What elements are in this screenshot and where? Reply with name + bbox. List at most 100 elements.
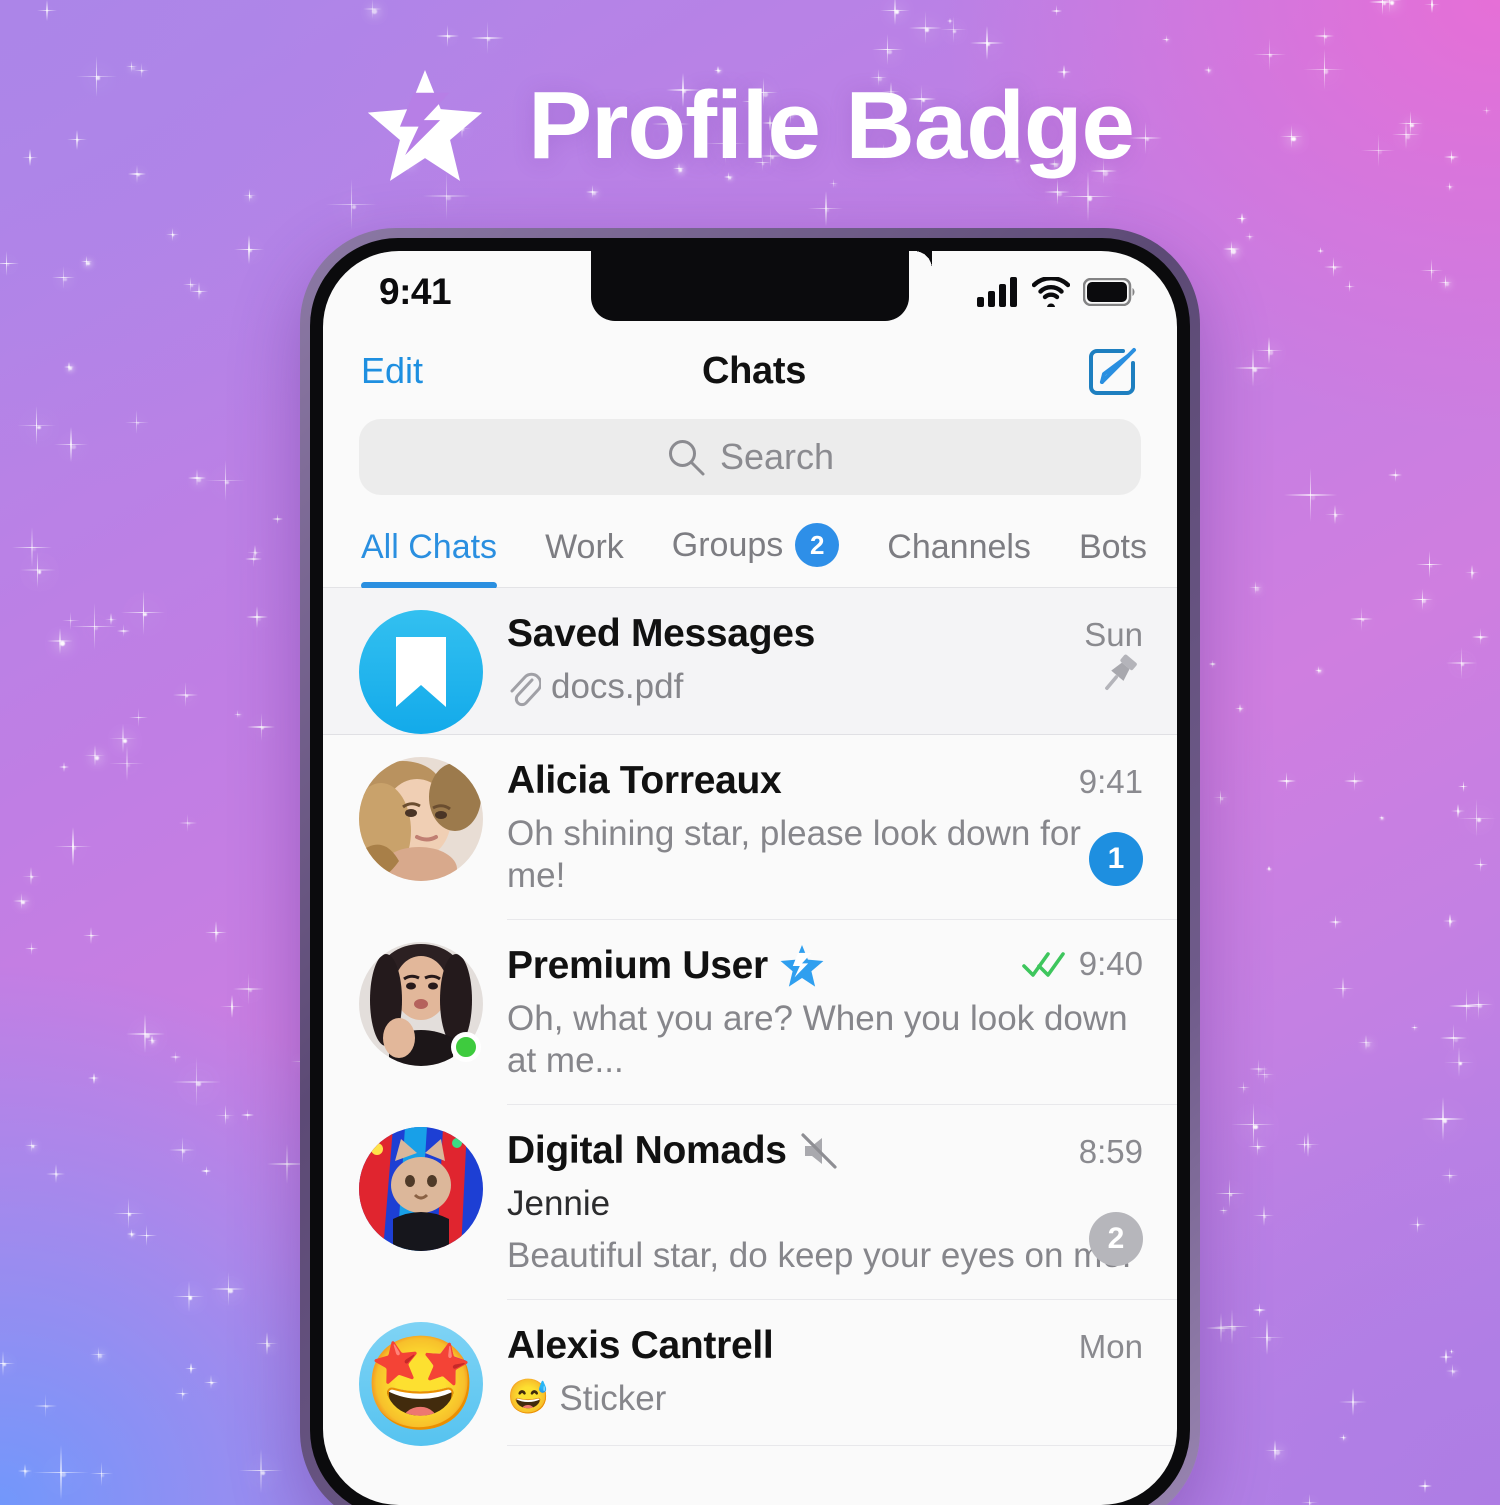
banner: Profile Badge [0,70,1500,182]
chat-row-body: Premium User 9:40 Oh, what you are? When y… [507,920,1177,1105]
chat-preview: 😅 Sticker [507,1378,1177,1420]
chat-timestamp: 8:59 [1078,1133,1143,1170]
chat-meta: Sun [1084,616,1177,654]
tab-label: Channels [887,528,1031,566]
sticker-emoji-icon: 😅 [507,1378,550,1416]
chat-timestamp: 9:40 [1078,945,1143,982]
nav-title: Chats [701,349,807,392]
online-status-dot [451,1032,481,1062]
chat-list-item[interactable]: 🤩 Alexis Cantrell Mon 😅 Sticker [323,1300,1177,1446]
chat-list-item[interactable]: Digital Nomads 8:59 Jennie Beautiful star, … [323,1105,1177,1300]
chat-row-body: Digital Nomads 8:59 Jennie Beautiful star, … [507,1105,1177,1300]
chat-name-text: Alicia Torreaux [507,759,782,802]
tab-label: Bots [1078,528,1147,566]
chat-list: Saved Messages Sun docs.pdf Alicia Torreaux… [323,588,1177,1446]
chat-preview: Oh, what you are? When you look down at … [507,998,1177,1082]
chat-meta: 9:41 [1079,763,1177,801]
chat-meta: Mon [1079,1328,1177,1366]
chat-row-body: Saved Messages Sun docs.pdf [507,588,1177,734]
chat-timestamp: Sun [1084,616,1143,653]
chat-row-trailing [1093,650,1143,700]
chat-preview-text: Oh, what you are? When you look down at … [507,999,1128,1080]
page-title: Profile Badge [528,72,1135,179]
contact-photo [359,1127,483,1251]
premium-star-icon [367,70,483,181]
chat-row-header: Alexis Cantrell Mon [507,1324,1177,1368]
chat-preview: Beautiful star, do keep your eyes on me! [507,1235,1177,1277]
tab-all-chats[interactable]: All Chats [361,528,498,589]
chat-preview-text: docs.pdf [551,667,684,706]
tab-bots[interactable]: Bots [1079,528,1147,587]
battery-icon [1083,278,1135,306]
chat-row-header: Premium User 9:40 [507,944,1177,988]
phone-screen: 9:41 Edit Chats Search All Chats Work Gr… [323,251,1177,1505]
chat-message-sender-text: Jennie [507,1184,611,1223]
chat-list-item[interactable]: Alicia Torreaux 9:41 Oh shining star, plea… [323,735,1177,920]
chat-list-item[interactable]: Saved Messages Sun docs.pdf [323,588,1177,735]
contact-photo [359,757,483,881]
chat-name-text: Saved Messages [507,612,815,655]
chat-row-body: Alexis Cantrell Mon 😅 Sticker [507,1300,1177,1446]
chat-name: Alicia Torreaux [507,759,782,803]
avatar[interactable] [359,757,483,881]
emoji-avatar: 🤩 [359,1322,483,1446]
chat-name: Digital Nomads [507,1129,839,1173]
chat-timestamp: Mon [1078,1328,1143,1365]
paperclip-icon [507,666,541,708]
chat-name: Alexis Cantrell [507,1324,774,1368]
muted-icon [799,1131,839,1171]
avatar[interactable]: 🤩 [359,1322,483,1446]
phone-mockup: 9:41 Edit Chats Search All Chats Work Gr… [300,228,1200,1505]
chat-meta: 8:59 [1079,1133,1177,1171]
poster-canvas: Profile Badge 9:41 Edit Chats Search All… [0,0,1500,1505]
chat-timestamp: 9:41 [1078,763,1143,800]
chat-list-item[interactable]: Premium User 9:40 Oh, what you are? When y… [323,920,1177,1105]
chat-preview-text: Beautiful star, do keep your eyes on me! [507,1236,1132,1275]
chat-row-body: Alicia Torreaux 9:41 Oh shining star, plea… [507,735,1177,920]
read-receipt-icon [1021,950,1068,978]
nav-bar: Edit Chats [323,323,1177,419]
search-area: Search [323,419,1177,495]
tab-channels[interactable]: Channels [887,528,1031,587]
saved-messages-avatar [359,610,483,734]
chat-name: Premium User [507,944,824,988]
chat-preview-text: Oh shining star, please look down for me… [507,814,1081,895]
cellular-signal-icon [977,277,1017,307]
tab-label: Groups [671,525,784,564]
chat-row-header: Digital Nomads 8:59 [507,1129,1177,1173]
chat-preview-text: Sticker [559,1379,667,1418]
chat-meta: 9:40 [1021,945,1177,983]
search-placeholder: Search [719,436,835,477]
tab-work[interactable]: Work [545,528,624,587]
chat-row-trailing: 2 [1089,1212,1143,1266]
chat-row-header: Saved Messages Sun [507,612,1177,656]
chat-row-header: Alicia Torreaux 9:41 [507,759,1177,803]
status-bar: 9:41 [323,251,1177,323]
search-input[interactable]: Search [359,419,1141,495]
edit-button[interactable]: Edit [361,350,423,392]
chat-name: Saved Messages [507,612,815,656]
pin-icon [1093,650,1143,700]
status-clock: 9:41 [379,271,452,312]
avatar[interactable] [359,942,483,1066]
chat-row-trailing: 1 [1089,832,1143,886]
wifi-icon [1032,277,1070,307]
chat-preview: Oh shining star, please look down for me… [507,813,1177,897]
compose-icon[interactable] [1085,343,1141,399]
chat-name-text: Premium User [507,944,768,987]
tab-label: Work [545,528,624,566]
tab-groups[interactable]: Groups 2 [672,523,840,587]
premium-star-badge-icon [780,945,824,987]
avatar[interactable] [359,1127,483,1251]
tab-label: All Chats [361,528,498,566]
chat-filter-tabs: All Chats Work Groups 2 Channels Bots [323,495,1177,589]
chat-message-sender: Jennie [507,1183,1177,1225]
unread-count-badge: 1 [1089,832,1143,886]
search-icon [668,440,705,476]
avatar[interactable] [359,610,483,734]
unread-count-badge: 2 [1089,1212,1143,1266]
tab-badge: 2 [795,523,840,567]
chat-name-text: Alexis Cantrell [507,1324,774,1367]
chat-name-text: Digital Nomads [507,1129,787,1172]
phone-bezel: 9:41 Edit Chats Search All Chats Work Gr… [310,238,1190,1505]
